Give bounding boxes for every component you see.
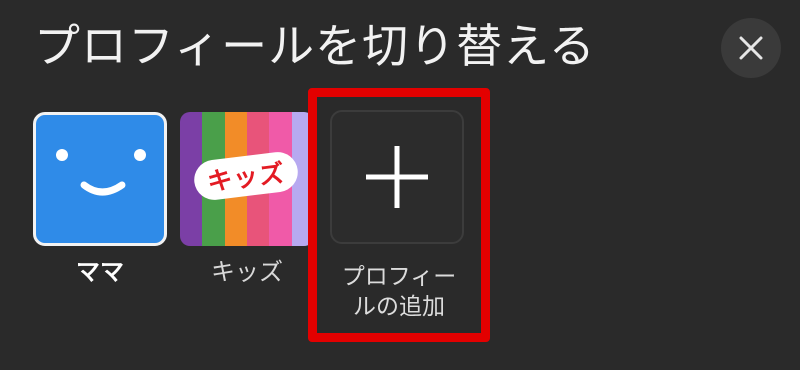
avatar: キッズ xyxy=(180,112,314,246)
add-profile-label: プロフィー ルの追加 xyxy=(330,262,468,322)
profile-switch-sheet: プロフィールを切り替える ママ キッズ キッズ プロフィー ルの追加 xyxy=(0,0,800,370)
profile-kids[interactable]: キッズ キッズ xyxy=(180,112,314,292)
smiley-face-icon xyxy=(56,149,146,196)
add-profile-tile xyxy=(330,110,464,244)
close-icon xyxy=(739,36,763,60)
add-profile-label-line1: プロフィー xyxy=(341,264,457,290)
profile-name: ママ xyxy=(76,258,124,286)
plus-icon xyxy=(366,146,428,208)
add-profile-label-line2: ルの追加 xyxy=(353,294,445,320)
page-title: プロフィールを切り替える xyxy=(34,19,596,73)
profile-name: キッズ xyxy=(211,258,283,286)
close-button[interactable] xyxy=(721,18,781,78)
profile-mama[interactable]: ママ xyxy=(33,112,167,292)
avatar xyxy=(33,112,167,246)
add-profile-button[interactable]: プロフィー ルの追加 xyxy=(330,110,468,320)
